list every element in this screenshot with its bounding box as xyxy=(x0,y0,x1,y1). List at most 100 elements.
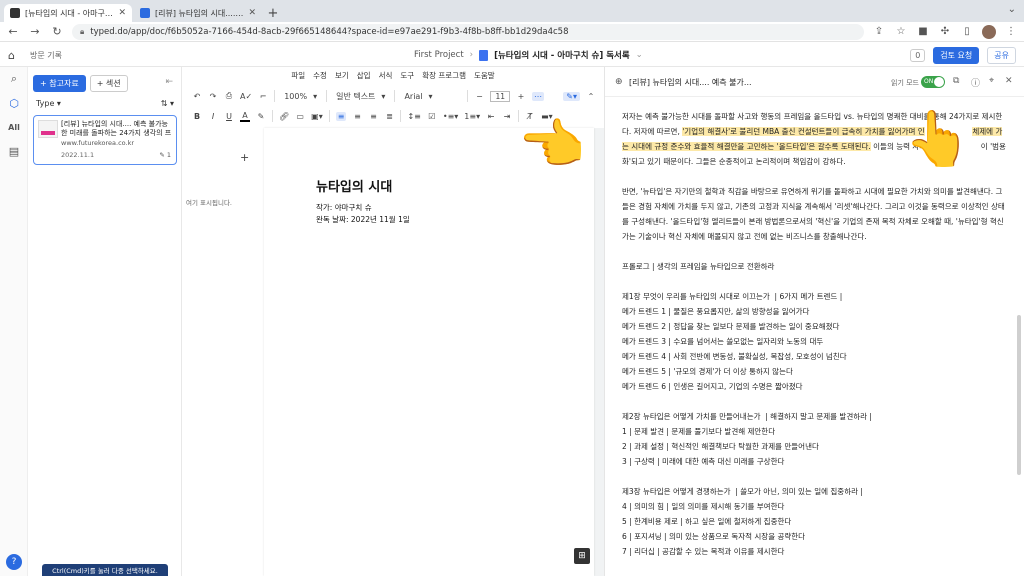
insert-image-icon[interactable]: ▣▾ xyxy=(311,112,323,121)
menu-tools[interactable]: 도구 xyxy=(400,70,414,84)
reload-icon[interactable]: ↻ xyxy=(50,25,64,38)
close-icon[interactable]: ✕ xyxy=(1005,76,1013,86)
font-select[interactable]: Arial ▾ xyxy=(401,91,461,102)
rail-search-icon[interactable]: ⌕ xyxy=(0,67,28,91)
close-tab-icon[interactable]: ✕ xyxy=(248,8,256,18)
tab-list-chevron-icon[interactable]: ⌄ xyxy=(1008,4,1016,15)
article-text: 6 | 포지셔닝 | 의미 있는 상품으로 독자적 시장을 공략한다 xyxy=(622,532,806,541)
decrease-font-size-icon[interactable]: − xyxy=(474,92,484,101)
sort-dropdown[interactable]: ⇅ ▾ xyxy=(161,99,174,108)
close-tab-icon[interactable]: ✕ xyxy=(118,8,126,18)
menu-help[interactable]: 도움말 xyxy=(474,70,495,84)
menu-file[interactable]: 파일 xyxy=(291,70,305,84)
add-content-button[interactable]: ⊞ xyxy=(574,548,590,564)
add-outline-button[interactable]: + xyxy=(240,151,249,164)
collapse-toolbar-icon[interactable]: ⌃ xyxy=(586,92,596,101)
menu-insert[interactable]: 삽입 xyxy=(357,70,371,84)
share-page-icon[interactable]: ⇪ xyxy=(872,26,886,37)
reading-mode-label: 읽기 모드 xyxy=(891,79,919,87)
home-icon[interactable]: ⌂ xyxy=(8,49,20,62)
help-button[interactable]: ? xyxy=(6,554,22,570)
print-icon[interactable]: ⎙ xyxy=(224,91,234,101)
italic-icon[interactable]: I xyxy=(208,112,218,121)
document-finished-date[interactable]: 완독 날짜: 2022년 11월 1일 xyxy=(316,214,410,225)
zoom-value: 100% xyxy=(284,91,308,101)
underline-icon[interactable]: U xyxy=(224,112,234,121)
url-field[interactable]: 🔒︎ typed.do/app/doc/f6b5052a-7166-454d-8… xyxy=(72,23,864,40)
paragraph-style-select[interactable]: 일반 텍스트 ▾ xyxy=(333,90,388,103)
add-comment-icon[interactable]: ▭ xyxy=(295,112,305,121)
breadcrumb-project[interactable]: First Project xyxy=(414,50,464,60)
article-text: 메가 트렌드 1 | 물질은 풍요롭지만, 삶의 방향성을 잃어가다 xyxy=(622,307,810,316)
breadcrumb-document[interactable]: [뉴타입의 시대 - 아마구치 슈] 독서록 xyxy=(494,49,630,61)
add-section-button[interactable]: + 섹션 xyxy=(89,75,128,92)
increase-indent-icon[interactable]: ⇥ xyxy=(502,112,512,121)
share-button[interactable]: 공유 xyxy=(987,47,1016,64)
history-back-link[interactable]: 방문 기록 xyxy=(30,50,62,61)
highlighted-text[interactable]: 체제에 가 xyxy=(972,127,1003,136)
forward-arrow-icon[interactable]: → xyxy=(28,25,42,38)
open-external-icon[interactable]: ⧉ xyxy=(953,76,959,86)
align-justify-icon[interactable]: ≣ xyxy=(384,112,394,121)
add-reference-button[interactable]: + 참고자료 xyxy=(33,75,86,92)
zoom-select[interactable]: 100% ▾ xyxy=(281,91,320,102)
bookmark-star-icon[interactable]: ☆ xyxy=(894,26,908,37)
collapse-panel-icon[interactable]: ⇤ xyxy=(165,77,173,87)
highlighted-text[interactable]: '기업의 해결사'로 불리던 MBA 출신 컨설턴트들이 급속히 가치를 잃어가… xyxy=(682,127,925,136)
reading-mode-toggle[interactable]: ON xyxy=(921,76,945,88)
highlighted-text[interactable]: 는 시대에 규정 준수와 효율적 해결만을 고민하는 '올드타입'은 갈수록 도… xyxy=(622,142,871,151)
increase-font-size-icon[interactable]: + xyxy=(516,92,526,101)
profile-avatar[interactable] xyxy=(982,24,996,39)
document-author[interactable]: 작가: 야마구치 슈 xyxy=(316,202,372,213)
article-text: 가는 기술이나 혁신 자체에 매몰되지 않고 전에 없는 비즈니스를 창출해나간… xyxy=(622,232,867,241)
highlight-color-icon[interactable]: ✎ xyxy=(256,112,266,121)
article-text: 를 구성해낸다. '올드타입'형 엘리트들이 본래 방법론으로서의 '혁신'을 … xyxy=(622,217,1004,226)
rail-all-button[interactable]: All xyxy=(0,115,28,139)
editing-mode-pencil-icon[interactable]: ✎▾ xyxy=(563,91,580,101)
more-options-icon[interactable]: ⋯ xyxy=(531,91,544,101)
line-spacing-icon[interactable]: ↕≡ xyxy=(407,112,420,121)
bold-icon[interactable]: B xyxy=(192,112,202,121)
pin-icon[interactable]: ⌖ xyxy=(989,76,994,86)
browser-tab-2[interactable]: [리뷰] 뉴타입의 시대.... 예측 불가능... ✕ xyxy=(134,4,262,22)
document-menu-chevron-icon[interactable]: ⌄ xyxy=(636,50,643,60)
typed-extension-icon[interactable]: ■ xyxy=(916,26,930,37)
info-icon[interactable]: ⓘ xyxy=(971,76,980,89)
font-value: Arial xyxy=(404,91,423,101)
comment-count-badge[interactable]: 0 xyxy=(910,49,926,62)
text-color-icon[interactable]: A xyxy=(240,111,250,122)
undo-icon[interactable]: ↶ xyxy=(192,92,202,101)
checklist-icon[interactable]: ☑ xyxy=(427,112,437,121)
document-page[interactable]: 뉴타입의 시대 작가: 야마구치 슈 완독 날짜: 2022년 11월 1일 xyxy=(264,128,594,576)
menu-view[interactable]: 보기 xyxy=(335,70,349,84)
paint-format-icon[interactable]: ⌐ xyxy=(258,92,268,101)
redo-icon[interactable]: ↷ xyxy=(208,92,218,101)
browser-menu-icon[interactable]: ⋮ xyxy=(1004,26,1018,37)
new-tab-button[interactable]: + xyxy=(264,4,282,22)
rail-library-icon[interactable]: ▤ xyxy=(0,139,28,163)
document-title[interactable]: 뉴타입의 시대 xyxy=(316,176,392,195)
rail-cube-icon[interactable]: ⬡ xyxy=(0,91,28,115)
article-line: 를 구성해낸다. '올드타입'형 엘리트들이 본래 방법론으로서의 '혁신'을 … xyxy=(622,214,1004,229)
menu-extensions[interactable]: 확장 프로그램 xyxy=(422,70,466,84)
menu-format[interactable]: 서식 xyxy=(379,70,393,84)
insert-link-icon[interactable]: 🔗︎ xyxy=(279,112,289,121)
extensions-puzzle-icon[interactable]: ✣ xyxy=(938,26,952,37)
menu-edit[interactable]: 수정 xyxy=(313,70,327,84)
sidebar-toggle-icon[interactable]: ▯ xyxy=(960,26,974,37)
browser-tab-1[interactable]: [뉴타입의 시대 - 아마구치 슈] 독서... ✕ xyxy=(4,4,132,22)
align-right-icon[interactable]: ≡ xyxy=(368,112,378,121)
review-request-button[interactable]: 검토 요청 xyxy=(933,47,980,64)
article-text: 메가 트렌드 6 | 인생은 길어지고, 기업의 수명은 짧아졌다 xyxy=(622,382,803,391)
reader-scrollbar[interactable] xyxy=(1017,315,1021,475)
reference-card[interactable]: [리뷰] 뉴타입의 시대.... 예측 불가능한 미래를 돌파하는 24가지 생… xyxy=(33,115,177,165)
align-center-icon[interactable]: ≡ xyxy=(352,112,362,121)
numbered-list-icon[interactable]: 1≡▾ xyxy=(464,112,480,121)
back-arrow-icon[interactable]: ← xyxy=(6,25,20,38)
type-filter-dropdown[interactable]: Type ▾ xyxy=(36,99,61,108)
font-size-input[interactable]: 11 xyxy=(490,90,510,102)
spellcheck-icon[interactable]: A✓ xyxy=(240,92,252,101)
bulleted-list-icon[interactable]: •≡▾ xyxy=(443,112,458,121)
align-left-icon[interactable]: ≡ xyxy=(335,111,347,121)
decrease-indent-icon[interactable]: ⇤ xyxy=(486,112,496,121)
